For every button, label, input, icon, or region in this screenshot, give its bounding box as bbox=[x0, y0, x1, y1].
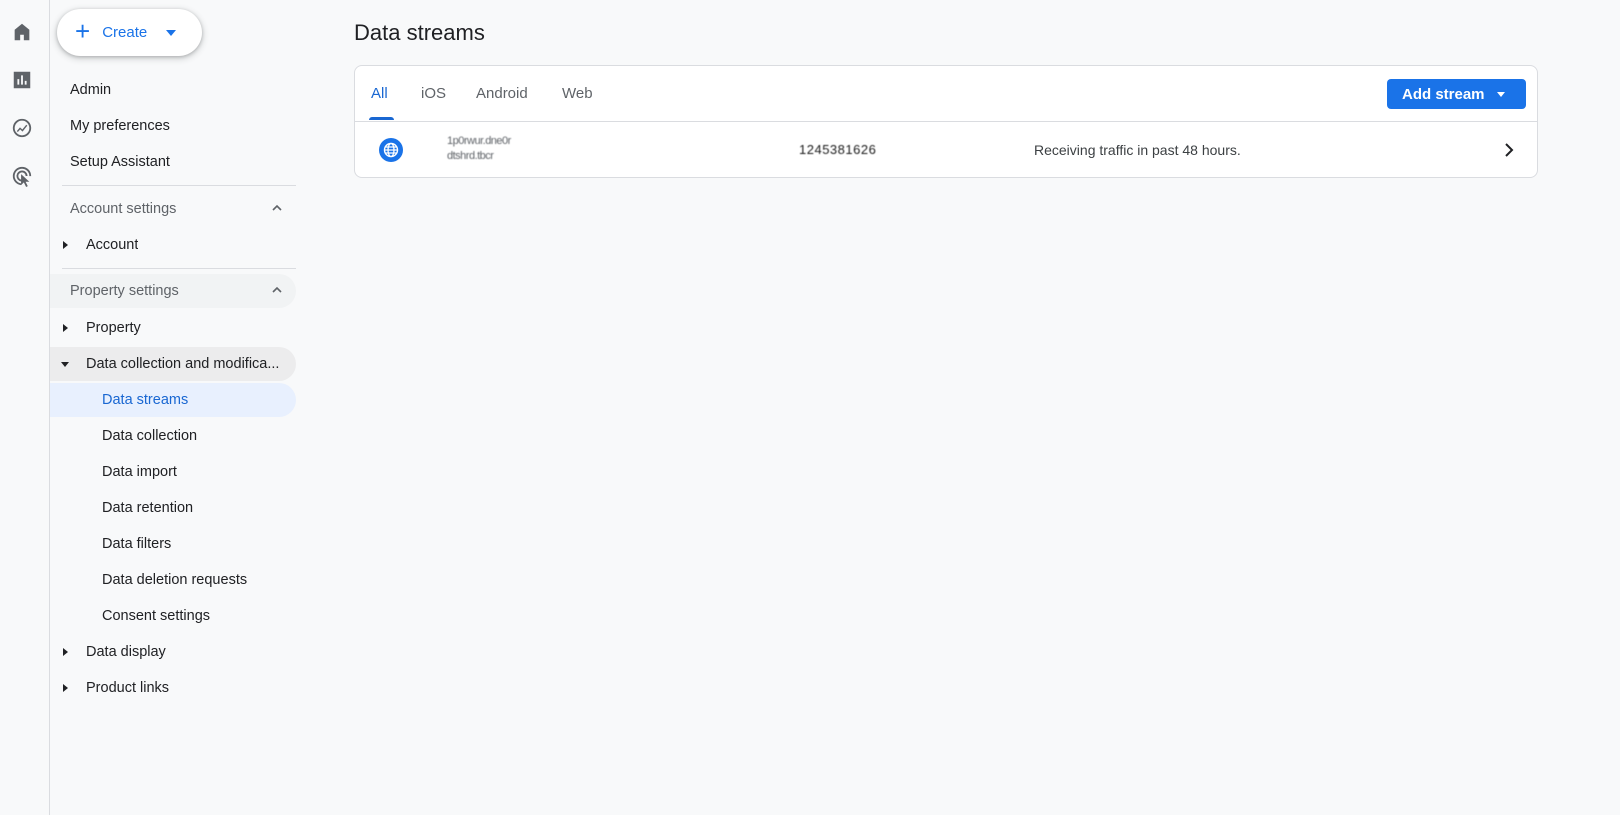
collapse-arrow-icon bbox=[61, 362, 69, 367]
reports-icon[interactable] bbox=[7, 65, 37, 95]
chevron-right-icon bbox=[1505, 143, 1514, 157]
stream-status: Receiving traffic in past 48 hours. bbox=[1034, 142, 1241, 158]
nav-account[interactable]: Account bbox=[50, 228, 296, 262]
nav-data-display[interactable]: Data display bbox=[50, 635, 296, 669]
stream-name-line: dtshrd.tbcr bbox=[447, 150, 494, 162]
advertising-icon[interactable] bbox=[7, 161, 37, 191]
expand-arrow-icon bbox=[63, 324, 68, 332]
nav-data-deletion-requests[interactable]: Data deletion requests bbox=[50, 563, 296, 597]
chevron-up-icon bbox=[272, 286, 282, 293]
divider bbox=[62, 268, 296, 269]
nav-rail bbox=[0, 0, 50, 815]
caret-down-icon bbox=[166, 29, 177, 36]
account-settings-title: Account settings bbox=[70, 201, 177, 217]
expand-arrow-icon bbox=[63, 684, 68, 692]
globe-icon bbox=[379, 138, 403, 162]
sidebar: + Create Admin My preferences Setup Assi… bbox=[50, 0, 300, 815]
stream-id: 1245381626 bbox=[799, 142, 877, 157]
nav-data-collection[interactable]: Data collection bbox=[50, 419, 296, 453]
nav-data-collection-and-modification[interactable]: Data collection and modifica... bbox=[50, 347, 296, 381]
explore-icon[interactable] bbox=[7, 113, 37, 143]
add-stream-label: Add stream bbox=[1402, 85, 1485, 103]
property-settings-title: Property settings bbox=[70, 283, 179, 299]
nav-data-streams[interactable]: Data streams bbox=[50, 383, 296, 417]
stream-name: 1p0rwur.dne0r dtshrd.tbcr bbox=[447, 134, 567, 164]
nav-property-label: Property bbox=[86, 320, 141, 336]
nav-admin[interactable]: Admin bbox=[70, 73, 111, 107]
nav-product-links[interactable]: Product links bbox=[50, 671, 296, 705]
plus-icon: + bbox=[75, 16, 91, 46]
tab-ios[interactable]: iOS bbox=[421, 66, 446, 121]
data-streams-card: All iOS Android Web Add stream 1p0rwur.d… bbox=[354, 65, 1538, 178]
nav-setup-assistant[interactable]: Setup Assistant bbox=[70, 145, 170, 179]
caret-down-icon bbox=[1496, 91, 1505, 97]
nav-data-display-label: Data display bbox=[86, 644, 166, 660]
property-settings-header[interactable]: Property settings bbox=[50, 274, 296, 308]
nav-property[interactable]: Property bbox=[50, 311, 296, 345]
nav-product-links-label: Product links bbox=[86, 680, 170, 696]
nav-consent-settings[interactable]: Consent settings bbox=[50, 599, 296, 633]
expand-arrow-icon bbox=[63, 648, 68, 656]
add-stream-button[interactable]: Add stream bbox=[1387, 79, 1526, 109]
stream-row[interactable]: 1p0rwur.dne0r dtshrd.tbcr 1245381626 Rec… bbox=[355, 121, 1537, 178]
divider bbox=[62, 185, 296, 186]
nav-data-collection-label: Data collection and modifica... bbox=[86, 356, 280, 372]
nav-my-preferences[interactable]: My preferences bbox=[70, 109, 170, 143]
nav-account-label: Account bbox=[86, 237, 139, 253]
nav-data-retention[interactable]: Data retention bbox=[50, 491, 296, 525]
stream-name-line: 1p0rwur.dne0r bbox=[447, 135, 511, 147]
expand-arrow-icon bbox=[63, 241, 68, 249]
active-tab-indicator bbox=[369, 117, 394, 120]
tab-all[interactable]: All bbox=[371, 66, 388, 121]
create-button[interactable]: + Create bbox=[57, 9, 202, 56]
chevron-up-icon bbox=[272, 204, 282, 211]
account-settings-header[interactable]: Account settings bbox=[50, 192, 296, 226]
nav-data-filters[interactable]: Data filters bbox=[50, 527, 296, 561]
create-button-label: Create bbox=[102, 24, 148, 41]
home-icon[interactable] bbox=[7, 17, 37, 47]
page-title: Data streams bbox=[354, 20, 485, 45]
tab-android[interactable]: Android bbox=[476, 66, 528, 121]
nav-data-import[interactable]: Data import bbox=[50, 455, 296, 489]
tab-web[interactable]: Web bbox=[562, 66, 593, 121]
